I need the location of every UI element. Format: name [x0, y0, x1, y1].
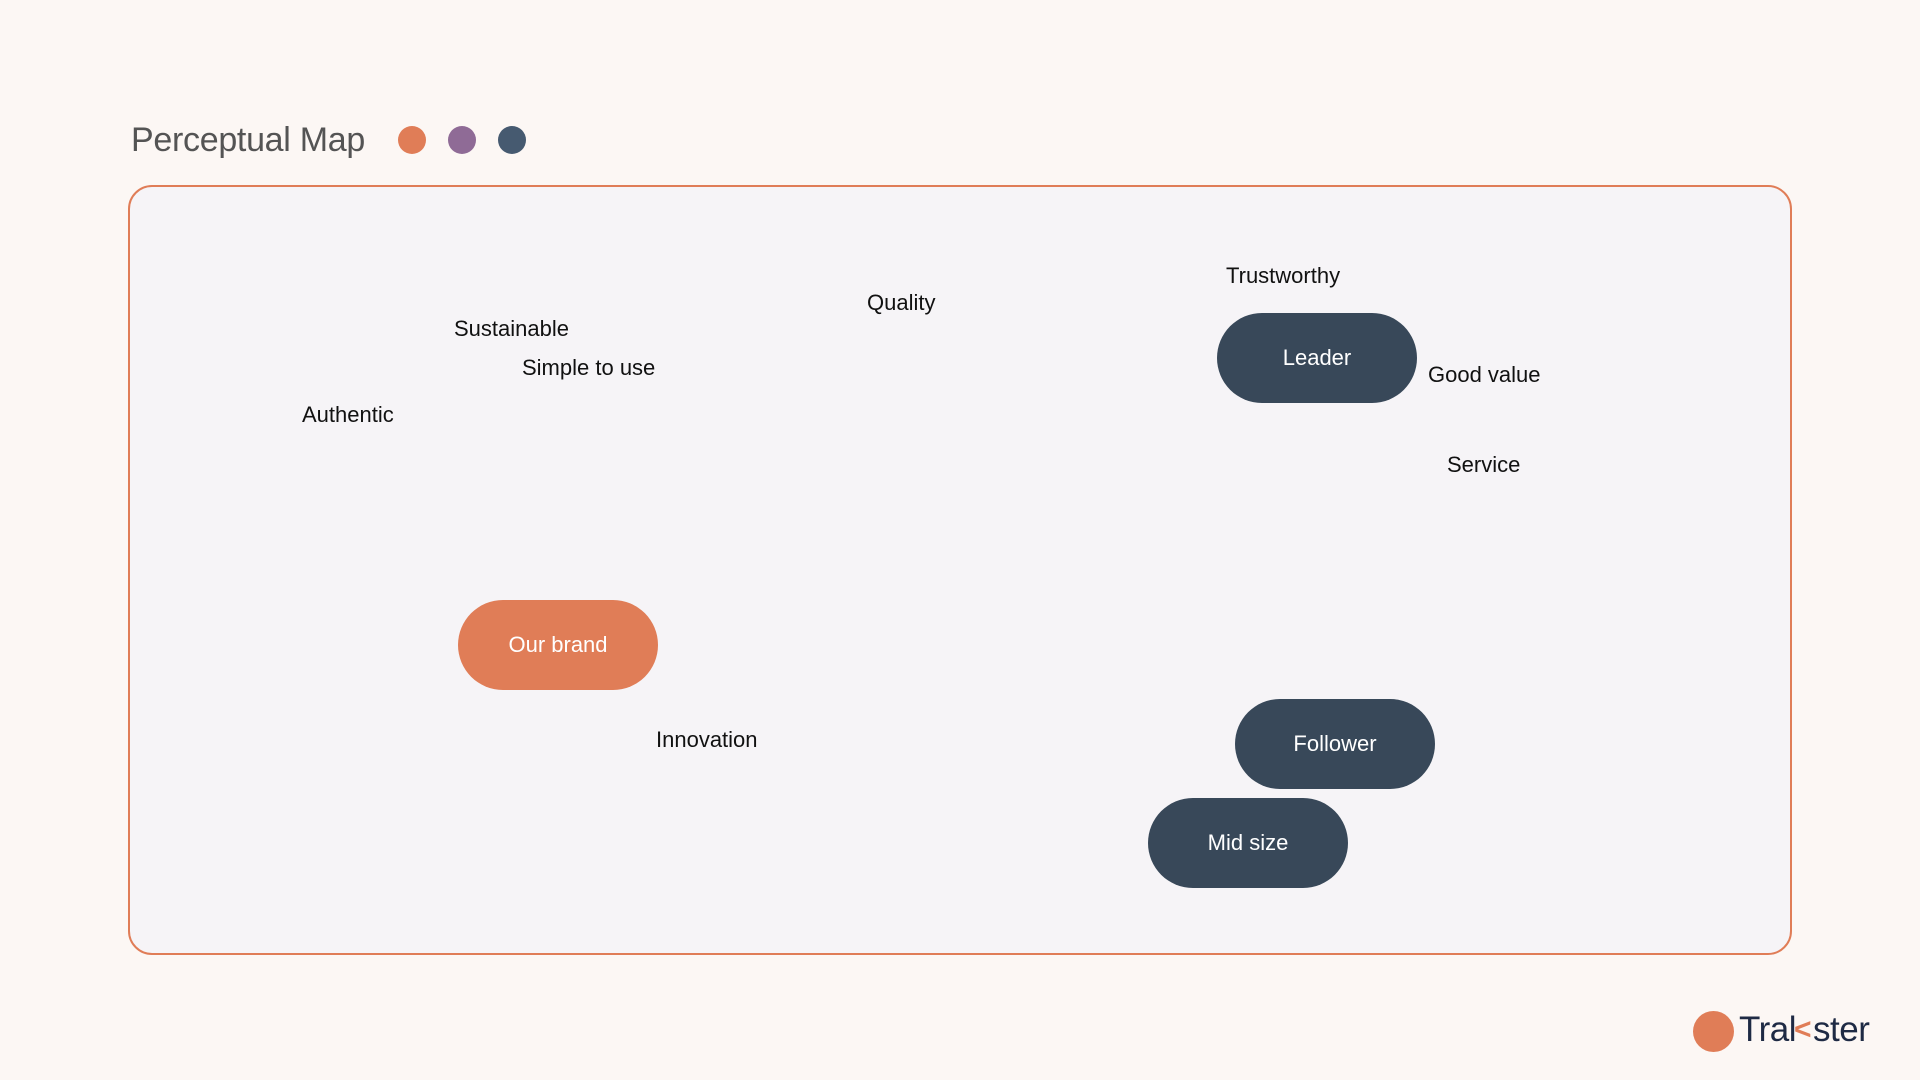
- attribute-label-service: Service: [1447, 452, 1521, 477]
- logo-wordmark: Tral<ster: [1739, 1009, 1870, 1053]
- brand-pill-our-brand[interactable]: Our brand: [458, 600, 658, 690]
- brand-pill-leader[interactable]: Leader: [1217, 313, 1417, 403]
- attribute-label-trustworthy: Trustworthy: [1226, 263, 1341, 288]
- attribute-label-quality: Quality: [867, 290, 936, 315]
- attribute-label-good-value: Good value: [1428, 362, 1541, 387]
- attribute-label-sustainable: Sustainable: [454, 316, 569, 341]
- brand-pill-mid-size[interactable]: Mid size: [1148, 798, 1348, 888]
- chevron-left-icon: <: [1793, 1013, 1812, 1046]
- attribute-label-authentic: Authentic: [302, 402, 394, 427]
- logo-k-glyph: l<: [1789, 1009, 1813, 1053]
- logo-circle-icon: [1693, 1010, 1734, 1052]
- brand-pill-follower[interactable]: Follower: [1235, 699, 1435, 789]
- perceptual-map-slide: Perceptual Map Trustworthy Quality Susta…: [0, 0, 1920, 1080]
- legend-dot-purple: [448, 126, 476, 154]
- legend-dot-slate: [498, 126, 526, 154]
- map-frame: [128, 185, 1792, 955]
- logo-text-end: ster: [1813, 1010, 1870, 1049]
- attribute-label-innovation: Innovation: [656, 727, 758, 752]
- trakster-logo: Tral<ster: [1693, 1009, 1870, 1053]
- logo-text-start: Tra: [1739, 1010, 1789, 1049]
- legend-dot-orange: [398, 126, 426, 154]
- attribute-label-simple-to-use: Simple to use: [522, 355, 656, 380]
- page-title: Perceptual Map: [131, 121, 365, 159]
